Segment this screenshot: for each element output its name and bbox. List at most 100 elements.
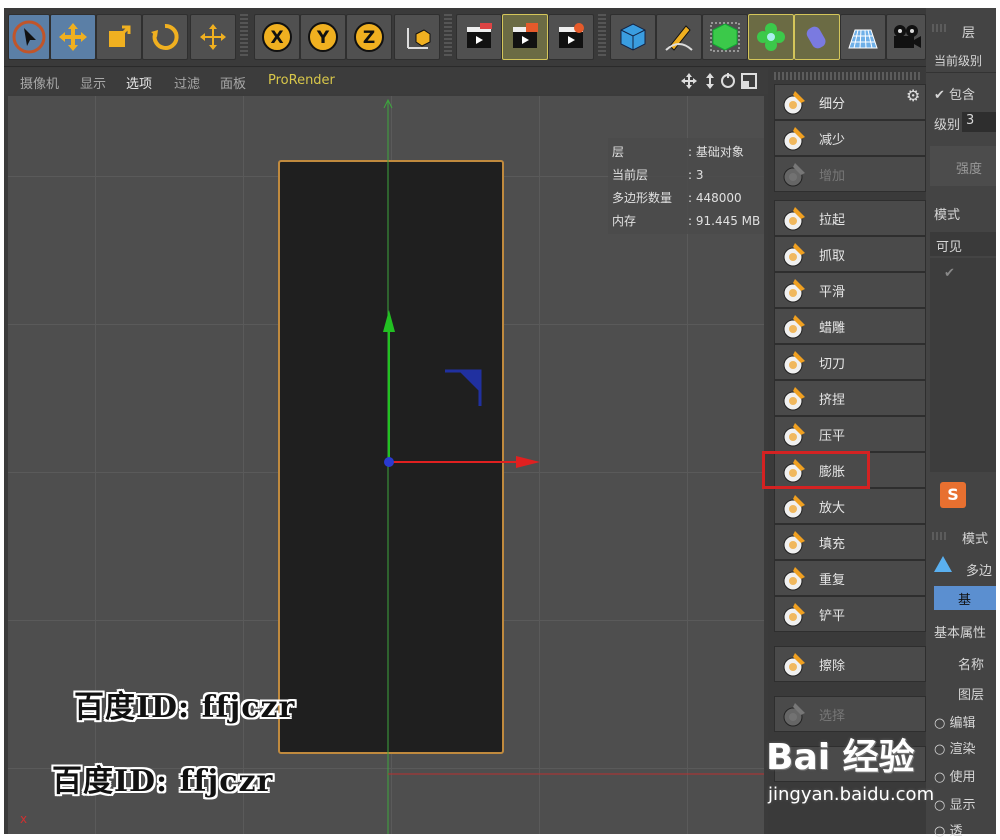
brush-button-11[interactable]: 铲平 bbox=[774, 596, 926, 632]
brush-button-top-1[interactable]: 减少 bbox=[774, 120, 926, 156]
info-polycount-value: : 448000 bbox=[688, 190, 742, 205]
name-label: 名称 bbox=[958, 658, 985, 673]
cloner-button[interactable] bbox=[748, 14, 794, 60]
repeat-brush-icon bbox=[779, 563, 809, 593]
layer-list: ✔ bbox=[930, 258, 996, 472]
brush-button-erase[interactable]: 擦除 bbox=[774, 646, 926, 682]
subdivide-icon bbox=[779, 87, 809, 117]
menu-prorender[interactable]: ProRender bbox=[268, 73, 335, 88]
scale-tool-button[interactable] bbox=[96, 14, 142, 60]
coordinate-system-button[interactable] bbox=[394, 14, 440, 60]
brush-label: 重复 bbox=[819, 572, 846, 588]
brush-label: 切刀 bbox=[819, 356, 846, 372]
z-axis-lock-button[interactable]: Z bbox=[346, 14, 392, 60]
deformer-button[interactable] bbox=[794, 14, 840, 60]
cube-primitive-button[interactable] bbox=[610, 14, 656, 60]
brush-button-select[interactable]: 选择 bbox=[774, 696, 926, 732]
fill-brush-icon bbox=[779, 527, 809, 557]
transform-tool-button[interactable] bbox=[190, 14, 236, 60]
info-overlay: 层: 基础对象 当前层: 3 多边形数量: 448000 内存: 91.445 … bbox=[608, 138, 764, 234]
menu-options[interactable]: 选项 bbox=[126, 73, 152, 92]
brush-button-4[interactable]: 切刀 bbox=[774, 344, 926, 380]
pen-spline-button[interactable] bbox=[656, 14, 702, 60]
baidu-url: jingyan.baidu.com bbox=[768, 784, 935, 805]
menu-display[interactable]: 显示 bbox=[80, 73, 106, 92]
menu-filter[interactable]: 过滤 bbox=[174, 73, 200, 92]
level-field[interactable]: 3 bbox=[962, 112, 996, 132]
viewport-nav-icons[interactable] bbox=[680, 72, 764, 90]
brush-button-top-2[interactable]: 增加 bbox=[774, 156, 926, 192]
polygon-object-icon bbox=[934, 556, 952, 572]
select-tool-button[interactable] bbox=[8, 14, 50, 60]
rotate-tool-button[interactable] bbox=[142, 14, 188, 60]
svg-text:X: X bbox=[270, 28, 283, 48]
brush-label: 增加 bbox=[819, 168, 846, 184]
brush-button-6[interactable]: 压平 bbox=[774, 416, 926, 452]
render-settings-button[interactable] bbox=[548, 14, 594, 60]
level-label: 级别 bbox=[934, 118, 961, 133]
brush-button-0[interactable]: 拉起 bbox=[774, 200, 926, 236]
visible-check-icon[interactable]: ✔ bbox=[944, 266, 955, 281]
brush-button-9[interactable]: 填充 bbox=[774, 524, 926, 560]
camera-icon bbox=[894, 25, 921, 48]
render-settings-icon bbox=[559, 23, 584, 48]
brush-button-8[interactable]: 放大 bbox=[774, 488, 926, 524]
brush-label: 选择 bbox=[819, 708, 846, 724]
basic-tab[interactable]: 基 bbox=[934, 586, 996, 610]
y-axis-icon: Y bbox=[308, 22, 338, 52]
add-layer-icon[interactable]: S bbox=[940, 482, 966, 508]
camera-button[interactable] bbox=[886, 14, 926, 60]
wax-brush-icon bbox=[779, 311, 809, 341]
brush-label: 擦除 bbox=[819, 658, 846, 674]
toolbar-grip-3 bbox=[598, 14, 606, 58]
subdivision-icon bbox=[710, 22, 740, 52]
watermark-1: 百度ID: ffjczr bbox=[74, 690, 296, 725]
brush-button-1[interactable]: 抓取 bbox=[774, 236, 926, 272]
knife-brush-icon bbox=[779, 347, 809, 377]
brush-label: 填充 bbox=[819, 536, 846, 552]
strength-row: 强度 bbox=[930, 146, 996, 186]
z-gizmo-plane bbox=[460, 372, 479, 391]
attribute-panel: 层 当前级别 ✔ 包含 级别 3 强度 模式 可见 ✔ S 模式 多边 基 基本… bbox=[926, 8, 996, 839]
info-layer-value: : 基础对象 bbox=[688, 145, 744, 159]
polygon-label: 多边 bbox=[966, 564, 993, 579]
y-axis-lock-button[interactable]: Y bbox=[300, 14, 346, 60]
transform-icon bbox=[200, 24, 226, 50]
z-axis-icon: Z bbox=[354, 22, 384, 52]
increase-icon bbox=[779, 159, 809, 189]
subdivision-button[interactable] bbox=[702, 14, 748, 60]
strength-label: 强度 bbox=[956, 162, 983, 177]
move-tool-button[interactable] bbox=[50, 14, 96, 60]
svg-text:Y: Y bbox=[316, 28, 330, 48]
panel-grip-icon bbox=[932, 24, 948, 32]
panel-grip-icon-2 bbox=[932, 532, 948, 540]
include-checkbox[interactable]: ✔ 包含 bbox=[934, 84, 975, 103]
menu-camera[interactable]: 摄像机 bbox=[20, 73, 59, 92]
x-axis-lock-button[interactable]: X bbox=[254, 14, 300, 60]
info-memory-key: 内存 bbox=[612, 214, 637, 228]
move-icon bbox=[59, 23, 87, 51]
info-current-layer-key: 当前层 bbox=[612, 168, 649, 182]
mode-label: 模式 bbox=[934, 208, 961, 223]
include-label: 包含 bbox=[949, 88, 976, 103]
gear-icon[interactable]: ⚙ bbox=[906, 86, 920, 105]
smooth-brush-icon bbox=[779, 275, 809, 305]
brush-button-3[interactable]: 蜡雕 bbox=[774, 308, 926, 344]
render-view-button[interactable] bbox=[456, 14, 502, 60]
menu-panel[interactable]: 面板 bbox=[220, 73, 246, 92]
x-gizmo-arrow bbox=[516, 456, 540, 468]
coordinate-system-icon bbox=[407, 28, 431, 49]
level-value: 3 bbox=[966, 113, 975, 128]
deformer-icon bbox=[806, 26, 826, 49]
toolbar-grip bbox=[240, 14, 248, 58]
pen-icon bbox=[665, 25, 693, 51]
select-brush-icon bbox=[779, 699, 809, 729]
brush-button-5[interactable]: 挤捏 bbox=[774, 380, 926, 416]
floor-button[interactable] bbox=[840, 14, 886, 60]
brush-button-2[interactable]: 平滑 bbox=[774, 272, 926, 308]
brush-button-10[interactable]: 重复 bbox=[774, 560, 926, 596]
cloner-icon bbox=[757, 23, 785, 51]
render-picture-viewer-button[interactable] bbox=[502, 14, 548, 60]
brush-button-top-0[interactable]: 细分 bbox=[774, 84, 926, 120]
basic-tab-label: 基 bbox=[958, 593, 972, 608]
